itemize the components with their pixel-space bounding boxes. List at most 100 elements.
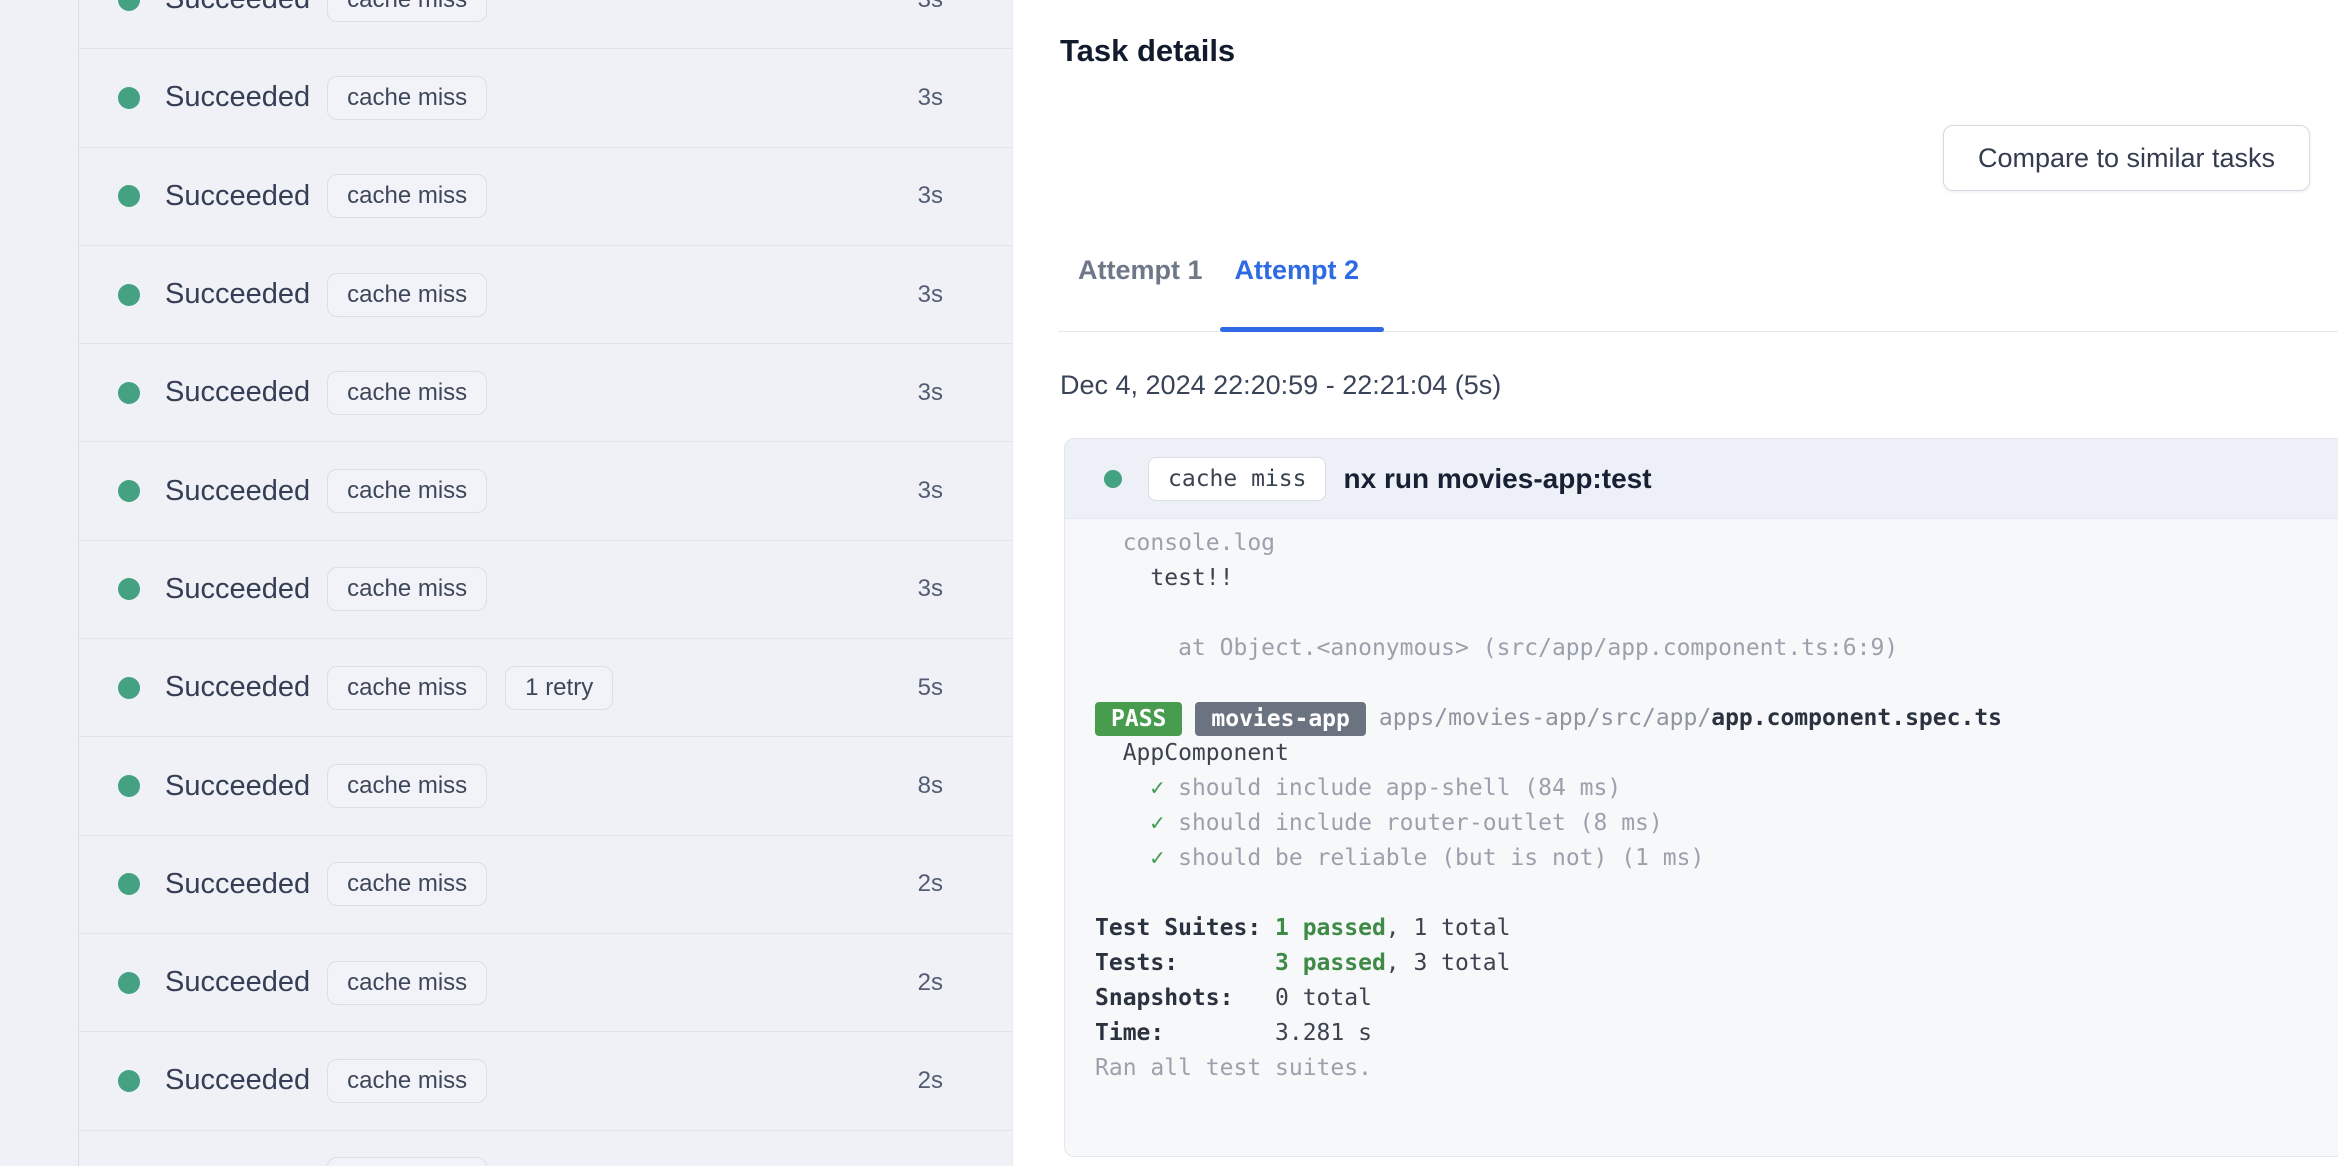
task-duration: 2s: [917, 968, 943, 996]
task-row[interactable]: Succeeded cache miss 3s: [79, 344, 1012, 443]
task-row[interactable]: Succeeded cache miss 8s: [79, 737, 1012, 836]
task-output-card: cache miss nx run movies-app:test consol…: [1064, 438, 2338, 1157]
task-status-label: Succeeded: [165, 867, 311, 900]
task-row[interactable]: Succeeded cache miss 3s: [79, 541, 1012, 640]
task-duration: 3s: [918, 0, 943, 14]
task-status-icon: [118, 1069, 140, 1092]
cache-status-badge: cache miss: [327, 469, 488, 514]
task-command-title: nx run movies-app:test: [1343, 462, 1652, 494]
task-duration: 3s: [917, 477, 943, 505]
cache-status-badge: cache miss: [327, 862, 488, 907]
cache-status-badge: cache miss: [327, 960, 488, 1005]
task-row[interactable]: Succeeded cache miss 3s: [79, 246, 1012, 345]
terminal-line: ✓ should include router-outlet (8 ms): [1095, 806, 2338, 841]
attempt-date-range: Dec 4, 2024 22:20:59 - 22:21:04 (5s): [1060, 370, 1502, 400]
terminal-text: Test Suites:: [1095, 915, 1276, 941]
terminal-line: ✓ should be reliable (but is not) (1 ms): [1095, 841, 2338, 876]
terminal-line: at Object.<anonymous> (src/app/app.compo…: [1095, 631, 2338, 666]
retry-badge: 1 retry: [505, 665, 614, 710]
task-row[interactable]: Succeeded cache miss 2s: [79, 934, 1012, 1033]
task-status-label: Succeeded: [165, 671, 311, 704]
terminal-line: Snapshots: 0 total: [1095, 981, 2338, 1016]
task-status-icon: [118, 0, 140, 11]
cache-status-badge: cache miss: [327, 665, 488, 710]
task-row[interactable]: Succeeded cache miss 3s: [79, 442, 1012, 541]
task-row[interactable]: Succeeded cache miss 2s: [79, 836, 1012, 934]
cache-status-badge: cache miss: [327, 272, 488, 317]
attempt-tabs: Attempt 1 Attempt 2: [1078, 255, 1359, 286]
cache-status-badge: cache miss: [327, 567, 488, 612]
tab-attempt-1[interactable]: Attempt 1: [1078, 255, 1203, 286]
task-output-card-header[interactable]: cache miss nx run movies-app:test: [1065, 439, 2338, 519]
jest-pass-badge: PASS: [1095, 701, 1183, 736]
task-status-icon: [118, 578, 140, 601]
task-row[interactable]: Succeeded cache miss 1 retry 5s: [79, 639, 1012, 738]
task-status-icon: [118, 185, 140, 208]
terminal-line: Ran all test suites.: [1095, 1051, 2338, 1086]
cache-status-badge: cache miss: [327, 0, 488, 22]
terminal-text: Ran all test suites.: [1095, 1055, 1372, 1081]
terminal-text: console.log: [1095, 530, 1276, 556]
active-tab-underline: [1220, 327, 1384, 332]
task-row[interactable]: Succeeded cache miss 3s: [79, 49, 1012, 148]
task-status-label: Succeeded: [165, 572, 311, 605]
terminal-line: console.log: [1095, 526, 2338, 561]
task-status-icon: [118, 381, 140, 404]
terminal-text: app.component.spec.ts: [1711, 705, 2003, 731]
task-row[interactable]: Succeededcache miss: [79, 1131, 1012, 1166]
task-status-icon: [118, 873, 140, 896]
task-status-icon: [118, 86, 140, 109]
project-name-badge: movies-app: [1195, 701, 1366, 736]
terminal-text: ✓: [1150, 775, 1179, 801]
task-duration: 3s: [917, 575, 943, 603]
task-status-icon: [118, 971, 140, 994]
compare-to-similar-tasks-button[interactable]: Compare to similar tasks: [1943, 125, 2310, 191]
terminal-line: ✓ should include app-shell (84 ms): [1095, 771, 2338, 806]
terminal-text: 0 total: [1275, 985, 1372, 1011]
task-duration: 2s: [917, 870, 943, 898]
terminal-line: AppComponent: [1095, 736, 2338, 771]
page-title: Task details: [1060, 33, 1236, 68]
terminal-text: Snapshots:: [1095, 985, 1276, 1011]
task-status-label: Succeeded: [165, 179, 311, 212]
task-row[interactable]: Succeeded cache miss 3s: [79, 0, 1012, 50]
task-list-gutter-divider: [78, 0, 79, 1166]
task-status-label: Succeeded: [165, 0, 310, 16]
task-rows: Succeeded cache miss 3s Succeeded cache miss…: [79, 0, 1012, 1166]
tab-attempt-2[interactable]: Attempt 2: [1235, 255, 1360, 286]
cache-status-badge: cache miss: [327, 370, 488, 415]
task-status-icon: [118, 283, 140, 306]
terminal-text: 3.281 s: [1275, 1020, 1372, 1046]
terminal-text: should include app-shell (84 ms): [1178, 775, 1622, 801]
terminal-text: Tests:: [1095, 950, 1276, 976]
task-status-label: Succeeded: [165, 278, 311, 311]
cache-status-badge: cache miss: [1148, 456, 1327, 501]
task-status-label: Succeeded: [165, 1064, 311, 1097]
terminal-text: ✓: [1150, 845, 1179, 871]
task-duration: 5s: [917, 673, 943, 701]
cache-status-badge: cache miss: [327, 174, 488, 219]
task-row[interactable]: Succeeded cache miss 3s: [79, 148, 1012, 246]
task-status-label: Succeeded: [165, 81, 311, 114]
terminal-output: console.log test!! at Object.<anonymous>…: [1065, 519, 2338, 1086]
terminal-line: PASS movies-app apps/movies-app/src/app/ap…: [1095, 701, 2338, 736]
terminal-text: should be reliable (but is not) (1 ms): [1178, 845, 1705, 871]
terminal-text: ✓: [1150, 810, 1179, 836]
task-duration: 3s: [917, 280, 943, 308]
task-status-icon: [118, 480, 140, 503]
cache-status-badge: cache miss: [327, 75, 488, 120]
terminal-text: Time:: [1095, 1020, 1276, 1046]
task-status-label: Succeeded: [165, 769, 311, 802]
task-duration: 3s: [917, 378, 943, 406]
terminal-line: test!!: [1095, 561, 2338, 596]
task-row[interactable]: Succeeded cache miss 2s: [79, 1032, 1012, 1131]
task-duration: 2s: [917, 1066, 943, 1094]
task-list-panel: Succeeded cache miss 3s Succeeded cache miss…: [0, 0, 1012, 1166]
terminal-line: Time: 3.281 s: [1095, 1016, 2338, 1051]
terminal-text: AppComponent: [1095, 740, 1289, 766]
